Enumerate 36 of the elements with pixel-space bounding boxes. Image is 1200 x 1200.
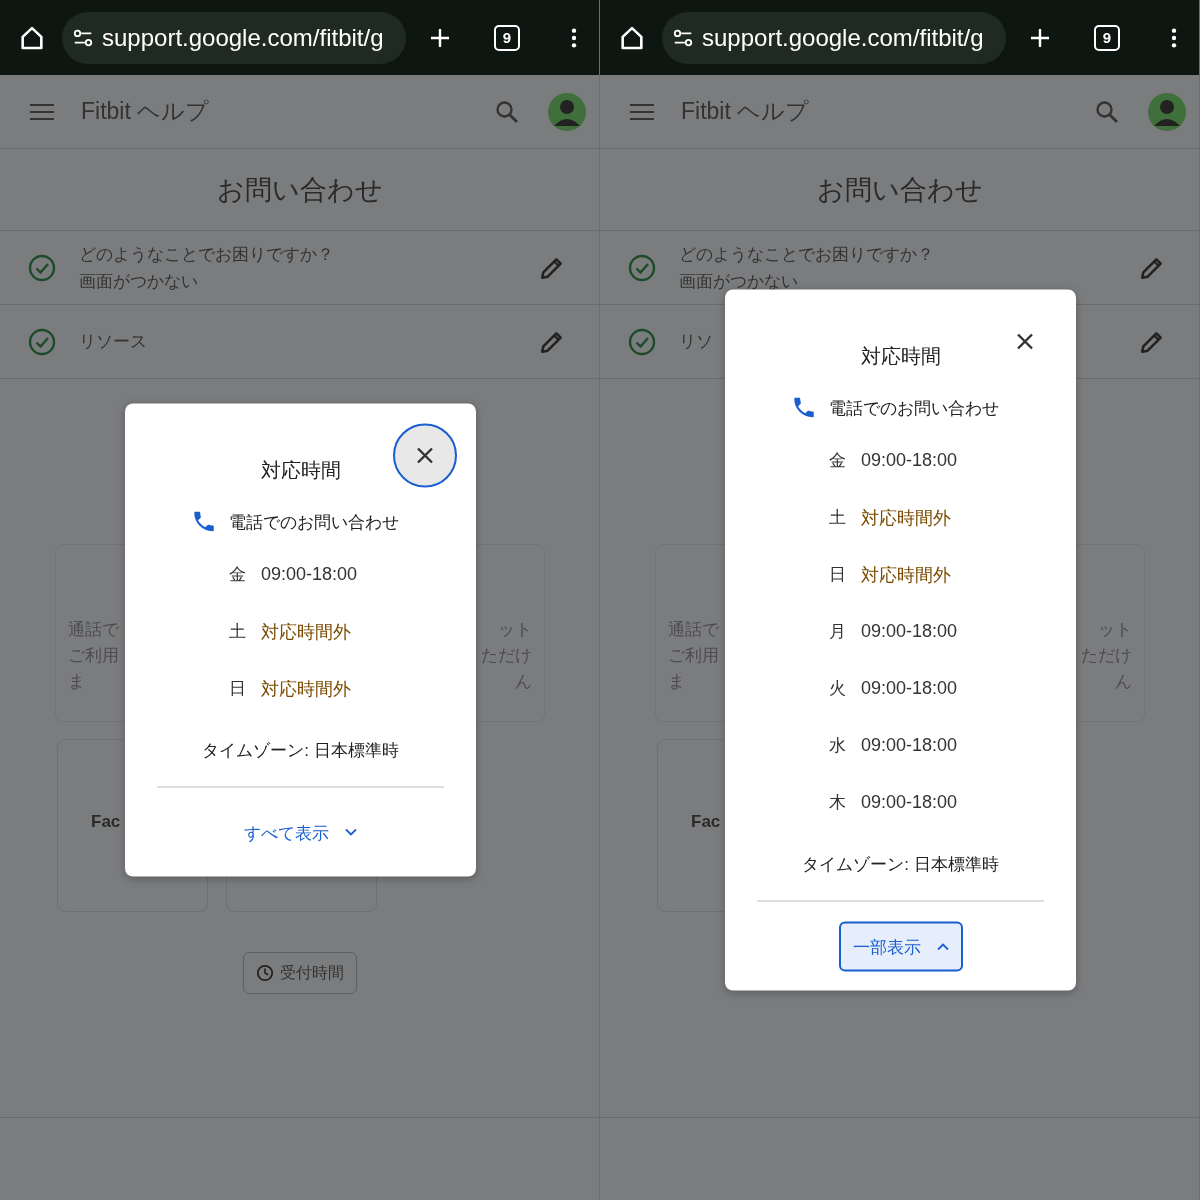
step-answer: 画面がつかない (79, 270, 198, 293)
hours-text: 対応時間外 (861, 506, 951, 529)
step-question: どのようなことでお困りですか？ (679, 243, 934, 266)
weekday: 土 (229, 620, 247, 643)
weekday: 金 (229, 563, 247, 586)
step-question: どのようなことでお困りですか？ (79, 243, 334, 266)
step-answer: 画面がつかない (679, 270, 798, 293)
weekday: 火 (829, 677, 847, 700)
hours-text: 09:00-18:00 (861, 734, 958, 756)
timezone-text: タイムゾーン: 日本標準時 (201, 739, 400, 762)
step-question: リソ (679, 331, 713, 353)
page-title: お問い合わせ (216, 173, 383, 207)
card-title: Fac (91, 812, 121, 831)
hours-text: 09:00-18:00 (261, 563, 358, 585)
hours-text: 09:00-18:00 (861, 791, 958, 813)
hours-text: 09:00-18:00 (861, 449, 958, 471)
weekday: 土 (829, 506, 847, 529)
hours-text: 対応時間外 (261, 677, 351, 700)
hours-text: 09:00-18:00 (861, 677, 958, 699)
card-title: Fac (691, 812, 721, 831)
weekday: 月 (829, 620, 847, 643)
weekday: 日 (829, 563, 847, 586)
phone-contact-label: 電話でのお問い合わせ (829, 397, 999, 419)
dialog-title: 対応時間 (860, 343, 941, 369)
step-question: リソース (79, 331, 147, 353)
hours-text: 対応時間外 (261, 620, 351, 643)
hours-text: 対応時間外 (861, 563, 951, 586)
weekday: 木 (829, 791, 847, 814)
page-title: お問い合わせ (816, 173, 983, 207)
hours-text: 09:00-18:00 (861, 620, 958, 642)
phone-contact-label: 電話でのお問い合わせ (229, 511, 399, 533)
weekday: 金 (829, 449, 847, 472)
dialog-title: 対応時間 (260, 457, 341, 483)
weekday: 日 (229, 677, 247, 700)
weekday: 水 (829, 734, 847, 757)
timezone-text: タイムゾーン: 日本標準時 (801, 853, 1000, 876)
